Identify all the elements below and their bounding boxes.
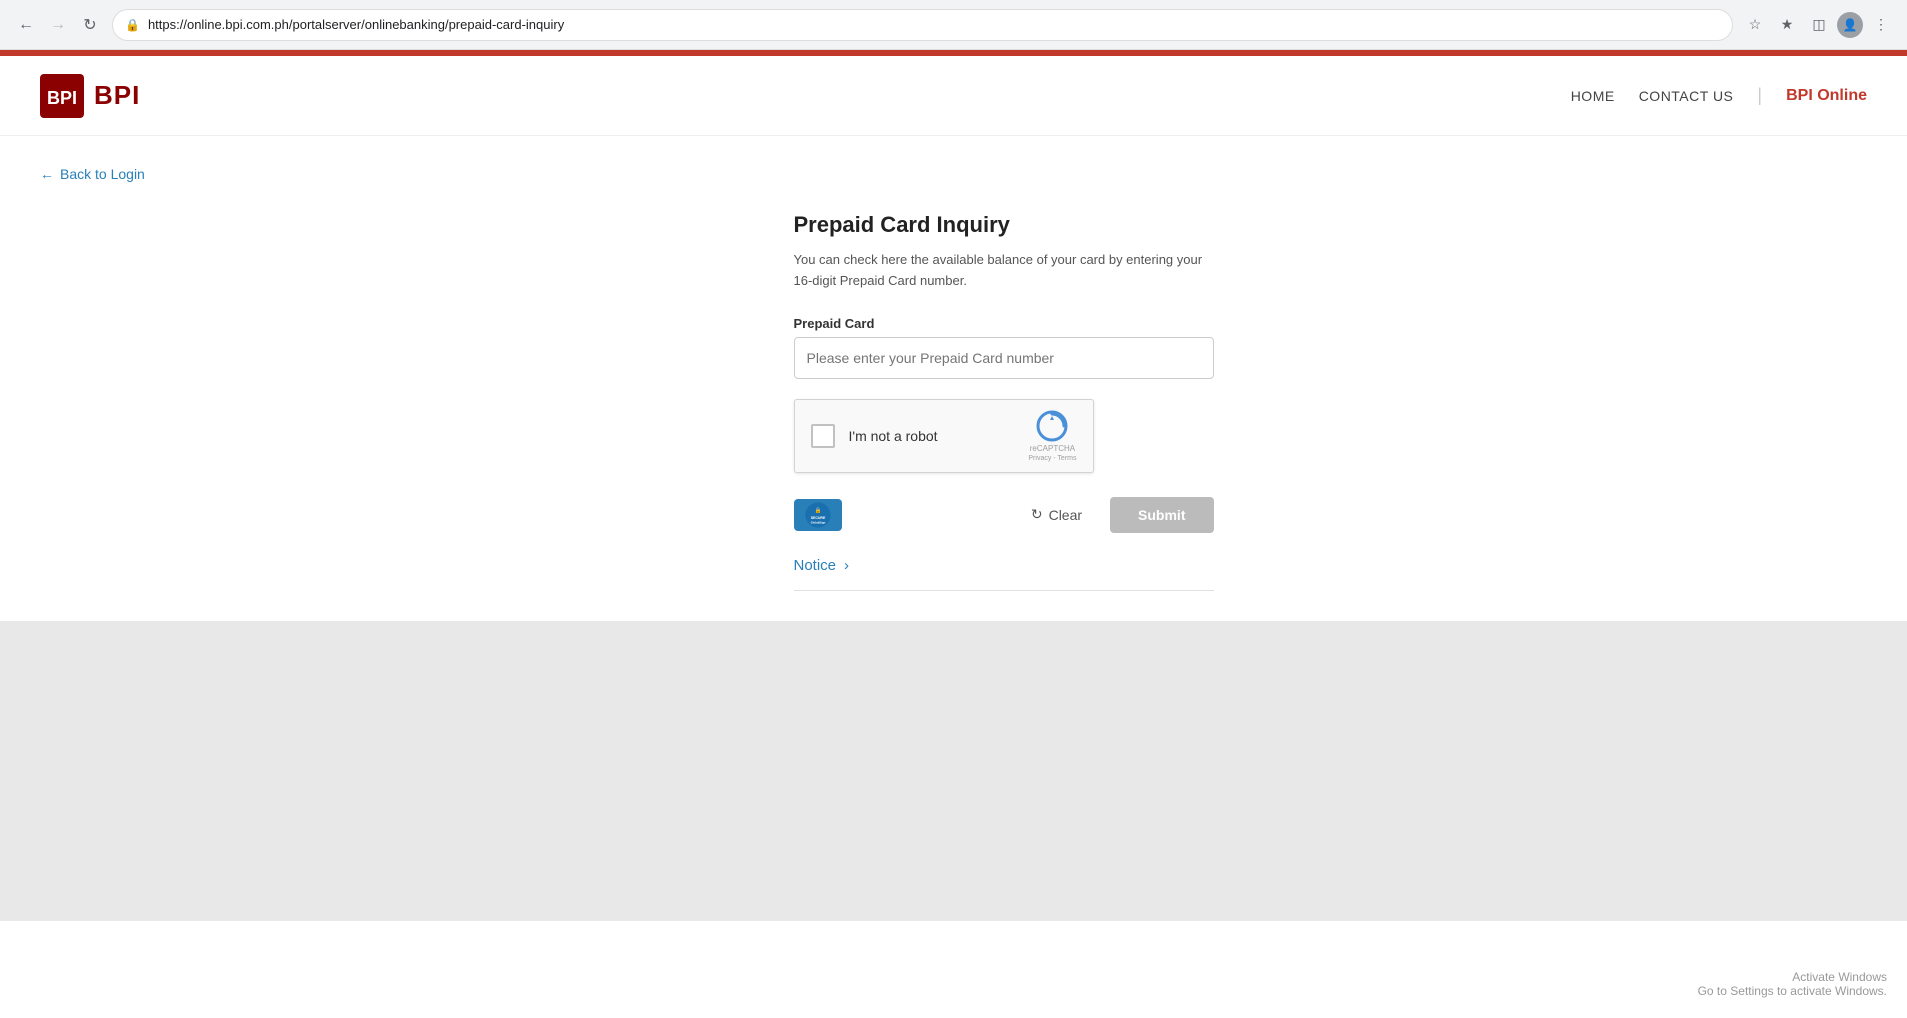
address-bar[interactable]: 🔒 https://online.bpi.com.ph/portalserver… [112, 9, 1733, 41]
notice-chevron-icon: › [844, 557, 849, 574]
bpi-logo-icon: BPI [40, 74, 84, 118]
bookmark-star-button[interactable]: ☆ [1741, 11, 1769, 39]
browser-actions: ☆ ★ ◫ 👤 ⋮ [1741, 11, 1895, 39]
nav-home-link[interactable]: HOME [1571, 88, 1615, 104]
lock-icon: 🔒 [125, 18, 140, 32]
reload-button[interactable]: ↻ [76, 11, 104, 39]
action-row: 🔒 SECURE GlobalSign ↻ Clear Submit [794, 497, 1214, 533]
secure-globalsign-icon: 🔒 SECURE GlobalSign [794, 499, 842, 531]
secure-badge: 🔒 SECURE GlobalSign [794, 499, 1003, 531]
recaptcha-logo-icon [1036, 410, 1068, 442]
recaptcha-logo-area: reCAPTCHA Privacy - Terms [1028, 410, 1076, 462]
brand-online-text: Online [1813, 87, 1867, 104]
notice-label: Notice [794, 557, 837, 574]
menu-button[interactable]: ⋮ [1867, 11, 1895, 39]
back-to-login-link[interactable]: ← Back to Login [40, 166, 1867, 182]
win-activate-line2: Go to Settings to activate Windows. [1698, 984, 1887, 998]
svg-text:🔒: 🔒 [814, 507, 821, 514]
clear-label: Clear [1049, 507, 1082, 523]
notice-link[interactable]: Notice › [794, 557, 1214, 574]
nav-divider: | [1757, 85, 1762, 106]
reading-list-button[interactable]: ★ [1773, 11, 1801, 39]
recaptcha-widget[interactable]: I'm not a robot reCAPTCHA Privacy - Term… [794, 399, 1094, 473]
clear-button[interactable]: ↻ Clear [1019, 498, 1094, 531]
forward-button[interactable]: → [44, 11, 72, 39]
extensions-button[interactable]: ◫ [1805, 11, 1833, 39]
back-arrow-icon: ← [40, 166, 54, 182]
win-activate-line1: Activate Windows [1698, 970, 1887, 984]
browser-chrome: ← → ↻ 🔒 https://online.bpi.com.ph/portal… [0, 0, 1907, 50]
recaptcha-terms-text: Privacy - Terms [1028, 455, 1076, 462]
page-description: You can check here the available balance… [794, 250, 1214, 292]
page-content: ← Back to Login Prepaid Card Inquiry You… [0, 136, 1907, 621]
page-title: Prepaid Card Inquiry [794, 212, 1214, 238]
url-text: https://online.bpi.com.ph/portalserver/o… [148, 17, 564, 32]
svg-text:BPI: BPI [47, 88, 77, 108]
site-header: BPI BPI HOME CONTACT US | BPI Online [0, 56, 1907, 136]
nav-buttons: ← → ↻ [12, 11, 104, 39]
back-button[interactable]: ← [12, 11, 40, 39]
recaptcha-brand-text: reCAPTCHA [1030, 444, 1075, 453]
submit-button[interactable]: Submit [1110, 497, 1213, 533]
header-nav: HOME CONTACT US | BPI Online [1571, 85, 1867, 106]
profile-avatar[interactable]: 👤 [1837, 12, 1863, 38]
notice-divider [794, 590, 1214, 591]
recaptcha-label: I'm not a robot [849, 428, 1015, 444]
logo-area: BPI BPI [40, 74, 140, 118]
clear-icon: ↻ [1031, 506, 1043, 523]
nav-contact-link[interactable]: CONTACT US [1639, 88, 1734, 104]
site-wrapper: BPI BPI HOME CONTACT US | BPI Online ← B… [0, 56, 1907, 1018]
prepaid-card-label: Prepaid Card [794, 316, 1214, 331]
bpi-online-brand: BPI Online [1786, 87, 1867, 105]
logo-text: BPI [94, 80, 140, 111]
gray-area [0, 621, 1907, 921]
brand-bpi-text: BPI [1786, 87, 1813, 104]
prepaid-card-input[interactable] [794, 337, 1214, 379]
svg-text:GlobalSign: GlobalSign [810, 520, 825, 524]
form-section: Prepaid Card Inquiry You can check here … [694, 212, 1214, 591]
windows-activate-notice: Activate Windows Go to Settings to activ… [1698, 970, 1887, 998]
recaptcha-checkbox[interactable] [811, 424, 835, 448]
svg-text:SECURE: SECURE [810, 516, 825, 520]
back-to-login-label: Back to Login [60, 166, 145, 182]
